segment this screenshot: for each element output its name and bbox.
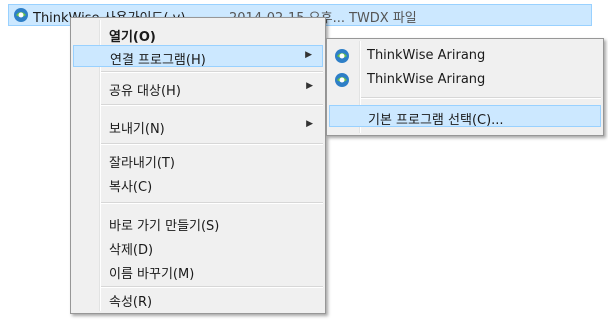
file-type: TWDX 파일 [349,11,417,26]
menu-item-cut[interactable]: 잘라내기(T) [73,149,323,171]
menu-item-copy[interactable]: 복사(C) [73,173,323,195]
menu-item-open-with[interactable]: 연결 프로그램(H) ▶ [73,45,323,68]
menu-item-rename[interactable]: 이름 바꾸기(M) [73,260,323,282]
menu-item-create-shortcut[interactable]: 바로 가기 만들기(S) [73,212,323,234]
submenu-item-thinkwise-arirang[interactable]: ThinkWise Arirang [329,69,601,91]
menu-item-share-with[interactable]: 공유 대상(H) ▶ [73,77,323,99]
desktop-stage: ThinkWise 사용가이드(.v) 2014-02-15 오후... TWD… [0,0,608,331]
thinkwise-app-icon [14,8,28,22]
menu-separator [101,104,323,106]
context-menu: 열기(O) 연결 프로그램(H) ▶ 공유 대상(H) ▶ 보내기(N) ▶ 잘… [70,17,326,314]
submenu-item-thinkwise-arirang[interactable]: ThinkWise Arirang [329,45,601,67]
menu-item-label: 바로 가기 만들기(S) [109,219,220,234]
menu-separator [101,202,323,204]
submenu-arrow-icon: ▶ [305,50,312,60]
menu-separator [361,97,601,99]
menu-item-send-to[interactable]: 보내기(N) ▶ [73,115,323,137]
menu-item-label: 복사(C) [109,180,153,195]
menu-item-open[interactable]: 열기(O) [73,23,323,45]
menu-separator [101,143,323,145]
menu-item-label: 열기(O) [109,30,156,45]
menu-item-properties[interactable]: 속성(R) [73,288,323,310]
submenu-item-label: ThinkWise Arirang [367,48,486,63]
submenu-item-choose-default-program[interactable]: 기본 프로그램 선택(C)... [329,105,601,128]
menu-item-label: 속성(R) [109,295,153,310]
menu-item-label: 잘라내기(T) [109,156,175,171]
open-with-submenu: ThinkWise Arirang ThinkWise Arirang 기본 프… [326,38,604,136]
menu-item-label: 보내기(N) [109,122,165,137]
submenu-item-label: ThinkWise Arirang [367,72,486,87]
menu-separator [101,71,323,73]
submenu-arrow-icon: ▶ [306,81,313,91]
menu-item-label: 연결 프로그램(H) [110,53,206,68]
menu-item-label: 공유 대상(H) [109,84,181,99]
menu-item-delete[interactable]: 삭제(D) [73,236,323,258]
menu-item-label: 이름 바꾸기(M) [109,267,195,282]
menu-item-label: 삭제(D) [109,243,154,258]
submenu-item-label: 기본 프로그램 선택(C)... [368,113,504,128]
submenu-arrow-icon: ▶ [306,119,313,129]
thinkwise-app-icon [335,73,349,87]
thinkwise-app-icon [335,49,349,63]
